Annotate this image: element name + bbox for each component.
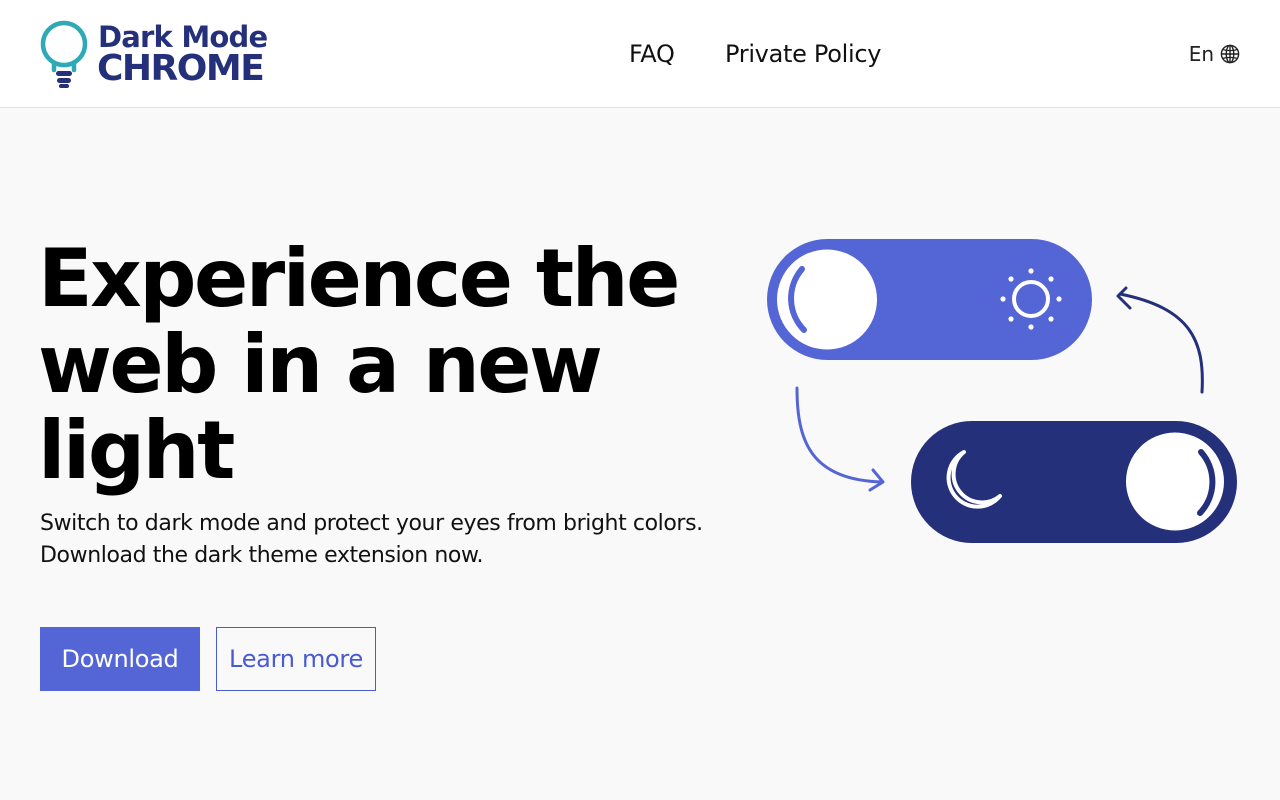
hero-title: Experience the web in a new light [38,232,680,497]
dark-mode-toggle [911,421,1237,543]
learn-more-button[interactable]: Learn more [216,627,376,691]
arrow-down-right-icon [795,386,885,492]
download-button[interactable]: Download [40,627,200,691]
globe-icon [1220,44,1240,64]
light-mode-toggle [767,239,1092,360]
language-label: En [1188,42,1214,66]
hero-description-line-2: Download the dark theme extension now. [40,543,484,568]
language-selector[interactable]: En [1189,41,1240,67]
arrow-up-left-icon [1116,286,1204,394]
logo[interactable]: Dark Mode CHROME [40,20,280,89]
nav-link-faq[interactable]: FAQ [629,38,675,70]
toggle-illustration [767,239,1237,543]
nav-link-private-policy[interactable]: Private Policy [725,38,881,70]
site-header: Dark Mode CHROME FAQ Private Policy En [0,0,1280,108]
hero-description: Switch to dark mode and protect your eye… [40,508,740,572]
lightbulb-icon [40,20,88,88]
hero-description-line-1: Switch to dark mode and protect your eye… [40,511,703,536]
logo-text-chrome: CHROME [97,48,265,89]
